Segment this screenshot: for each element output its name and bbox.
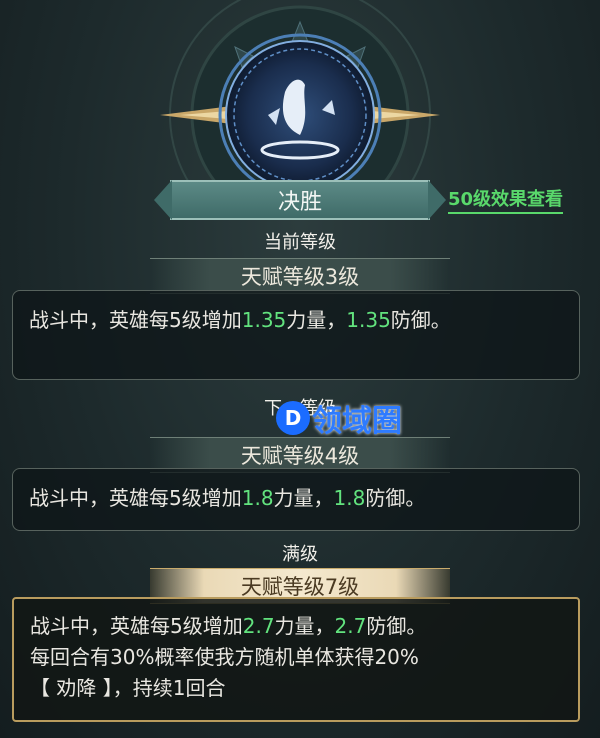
desc-text: 防御。 [365,486,426,510]
desc-text: 力量， [274,614,335,638]
next-level-label: 天赋等级4级 [240,444,360,468]
desc-text: 战斗中，英雄每5级增加 [29,486,242,510]
next-level-description: 战斗中，英雄每5级增加1.8力量，1.8防御。 [12,468,580,531]
max-level-title: 满级 [282,544,318,565]
watermark-logo-icon: D [276,401,310,435]
desc-text: 战斗中，英雄每5级增加 [29,308,242,332]
current-level-label: 天赋等级3级 [240,265,360,289]
defense-value: 1.35 [346,308,391,332]
defense-value: 2.7 [334,614,367,638]
max-level-description: 战斗中，英雄每5级增加2.7力量，2.7防御。 每回合有30%概率使我方随机单体… [12,597,580,722]
watermark-text: 领域圈 [312,404,402,439]
defense-value: 1.8 [333,486,366,510]
current-level-banner: 天赋等级3级 [150,258,450,294]
desc-text: 防御。 [366,614,427,638]
max-desc-line: 战斗中，英雄每5级增加2.7力量，2.7防御。 [30,611,562,642]
strength-value: 1.35 [241,308,287,332]
strength-value: 1.8 [241,486,274,510]
max-extra-line-2: 【 劝降 】，持续1回合 [30,676,226,700]
skill-name-banner: 决胜 [154,180,446,220]
strength-value: 2.7 [242,614,275,638]
desc-text: 力量， [286,308,347,332]
desc-text: 防御。 [390,308,451,332]
current-level-description: 战斗中，英雄每5级增加1.35力量，1.35防御。 [12,290,580,380]
watermark: D 领域圈 [276,396,402,440]
desc-text: 战斗中，英雄每5级增加 [30,614,243,638]
max-extra-line-1: 每回合有30%概率使我方随机单体获得20% [30,645,419,669]
skill-name: 决胜 [277,190,322,215]
current-level-title: 当前等级 [264,232,336,253]
desc-text: 力量， [273,486,334,510]
level-50-effect-link[interactable]: 50级效果查看 [448,185,564,214]
skill-emblem-icon [160,0,440,190]
